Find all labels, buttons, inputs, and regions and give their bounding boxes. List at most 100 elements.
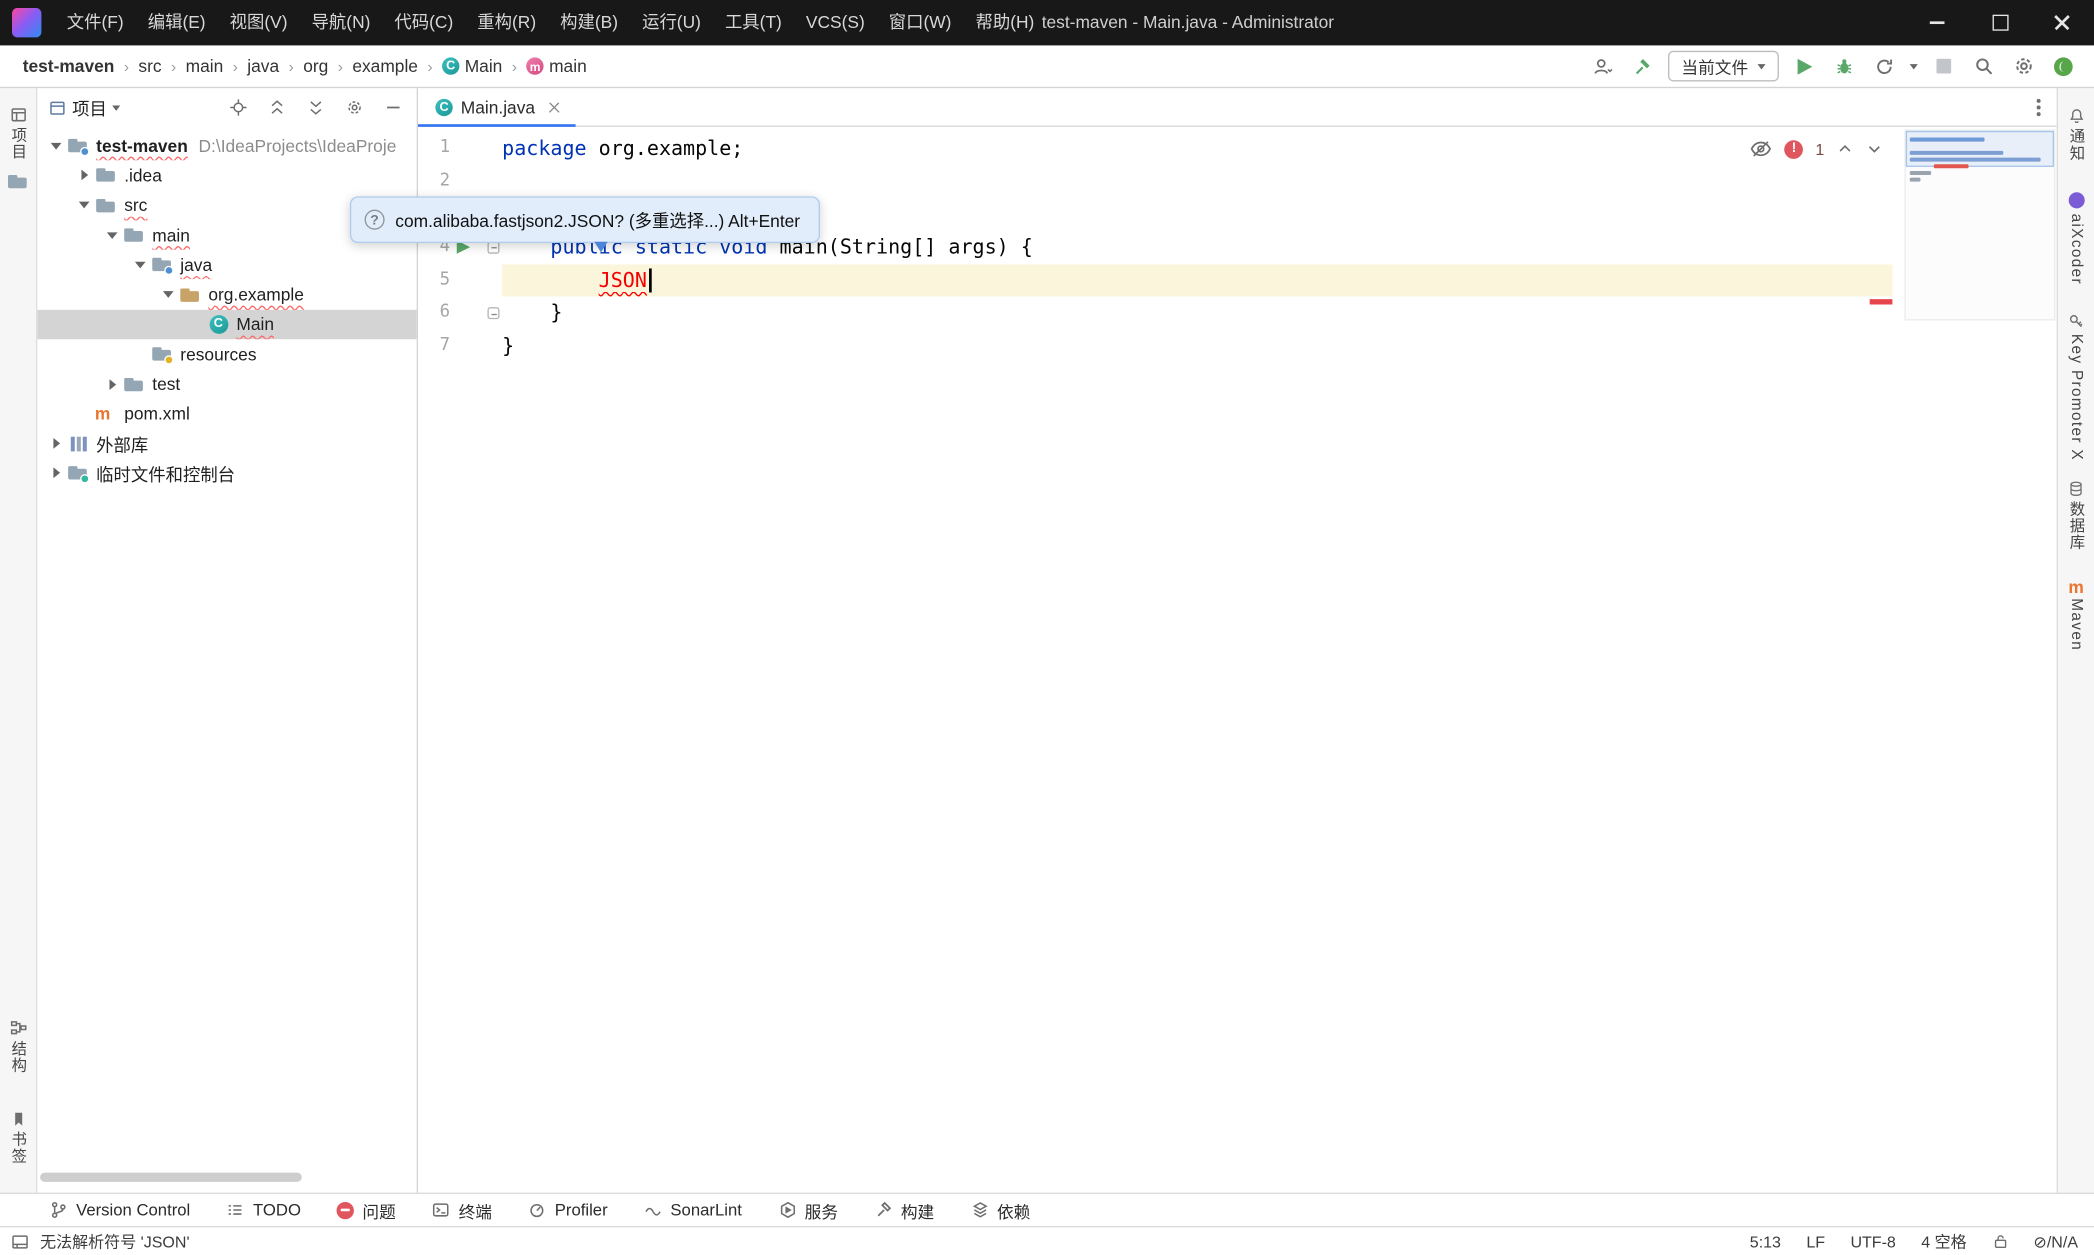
code-minimap[interactable] bbox=[1904, 130, 2055, 321]
menu-run[interactable]: 运行(U) bbox=[630, 0, 713, 45]
run-more-chevron-icon[interactable] bbox=[1910, 63, 1918, 68]
project-tool-icon[interactable] bbox=[0, 106, 36, 125]
tree-item-idea[interactable]: .idea bbox=[37, 161, 416, 191]
sonarlint-tool-button[interactable]: SonarLint bbox=[644, 1201, 742, 1220]
tree-item-resources[interactable]: resources bbox=[37, 339, 416, 369]
structure-tool-button[interactable]: 结构 bbox=[0, 1040, 36, 1073]
tab-main-java[interactable]: C Main.java bbox=[418, 88, 575, 126]
breadcrumb-java[interactable]: java bbox=[247, 56, 279, 76]
close-button[interactable] bbox=[2031, 0, 2094, 45]
debug-icon[interactable] bbox=[1830, 51, 1859, 80]
run-configuration-selector[interactable]: 当前文件 bbox=[1668, 51, 1779, 82]
hide-panel-icon[interactable] bbox=[383, 97, 403, 117]
tree-item-org-example[interactable]: org.example bbox=[37, 280, 416, 310]
search-icon[interactable] bbox=[1969, 51, 1998, 80]
notifications-bell-icon[interactable] bbox=[2058, 107, 2094, 126]
project-tool-button[interactable]: 项目 bbox=[0, 127, 36, 160]
tree-item-scratches[interactable]: 临时文件和控制台 bbox=[37, 458, 416, 488]
import-class-tooltip[interactable]: ? com.alibaba.fastjson2.JSON? (多重选择...) … bbox=[350, 196, 820, 243]
settings-gear-icon[interactable] bbox=[2009, 51, 2038, 80]
highlighting-level-eye-icon[interactable] bbox=[1750, 139, 1773, 159]
plugin-icon[interactable] bbox=[2049, 51, 2078, 80]
database-tool-button[interactable]: 数据库 bbox=[2058, 501, 2094, 551]
indent-widget[interactable]: 4 空格 bbox=[1921, 1230, 1966, 1253]
breadcrumb-example[interactable]: example bbox=[352, 56, 418, 76]
chevron-expanded-icon[interactable] bbox=[101, 232, 122, 239]
notifications-tool-button[interactable]: 通知 bbox=[2058, 128, 2094, 161]
menu-view[interactable]: 视图(V) bbox=[218, 0, 300, 45]
fold-region-icon[interactable] bbox=[487, 242, 499, 254]
chevron-collapsed-icon[interactable] bbox=[73, 170, 94, 181]
line-separator-widget[interactable]: LF bbox=[1806, 1232, 1825, 1251]
todo-tool-button[interactable]: TODO bbox=[226, 1201, 301, 1220]
menu-window[interactable]: 窗口(W) bbox=[877, 0, 964, 45]
menu-vcs[interactable]: VCS(S) bbox=[794, 0, 877, 45]
breadcrumb-org[interactable]: org bbox=[303, 56, 328, 76]
aixcoder-icon[interactable] bbox=[2058, 192, 2094, 208]
menu-build[interactable]: 构建(B) bbox=[548, 0, 630, 45]
encoding-widget[interactable]: UTF-8 bbox=[1850, 1232, 1895, 1251]
tree-item-java[interactable]: java bbox=[37, 250, 416, 280]
error-stripe-mark[interactable] bbox=[1870, 299, 1893, 304]
minimize-button[interactable] bbox=[1906, 0, 1969, 45]
bookmarks-tool-icon[interactable] bbox=[0, 1110, 36, 1129]
tree-item-main-class[interactable]: C Main bbox=[37, 310, 416, 340]
memory-indicator-widget[interactable]: ⊘/N/A bbox=[2033, 1232, 2078, 1251]
error-badge-icon[interactable]: ! bbox=[1785, 140, 1804, 159]
problems-tool-button[interactable]: 问题 bbox=[337, 1197, 396, 1222]
structure-tool-icon[interactable] bbox=[0, 1019, 36, 1038]
build-hammer-icon[interactable] bbox=[1628, 51, 1657, 80]
code-content[interactable]: package org.example; public class Main {… bbox=[502, 132, 1033, 363]
caret-position-widget[interactable]: 5:13 bbox=[1750, 1232, 1781, 1251]
dependencies-tool-button[interactable]: 依赖 bbox=[970, 1197, 1030, 1222]
maven-icon[interactable]: m bbox=[2058, 577, 2094, 598]
menu-code[interactable]: 代码(C) bbox=[382, 0, 465, 45]
breadcrumb-main-dir[interactable]: main bbox=[186, 56, 224, 76]
tab-close-icon[interactable] bbox=[546, 99, 562, 115]
lock-icon[interactable] bbox=[1992, 1233, 2008, 1250]
profiler-tool-button[interactable]: Profiler bbox=[528, 1201, 608, 1220]
chevron-collapsed-icon[interactable] bbox=[45, 438, 66, 449]
breadcrumb-method[interactable]: m main bbox=[526, 56, 586, 76]
key-promoter-tool-button[interactable]: Key Promoter X bbox=[2058, 334, 2094, 461]
project-panel-title[interactable]: 项目 bbox=[72, 95, 107, 120]
menu-navigate[interactable]: 导航(N) bbox=[300, 0, 383, 45]
key-promoter-icon[interactable] bbox=[2058, 313, 2094, 330]
expand-all-icon[interactable] bbox=[267, 97, 287, 117]
database-icon[interactable] bbox=[2058, 479, 2094, 498]
bookmarks-tool-button[interactable]: 书签 bbox=[0, 1131, 36, 1164]
collapse-all-icon[interactable] bbox=[306, 97, 326, 117]
menu-help[interactable]: 帮助(H) bbox=[963, 0, 1046, 45]
build-tool-button[interactable]: 构建 bbox=[874, 1197, 934, 1222]
tree-item-test[interactable]: test bbox=[37, 369, 416, 399]
maven-tool-button[interactable]: Maven bbox=[2058, 598, 2094, 651]
tree-item-external-libraries[interactable]: 外部库 bbox=[37, 429, 416, 459]
stop-icon[interactable] bbox=[1928, 51, 1957, 80]
menu-file[interactable]: 文件(F) bbox=[55, 0, 136, 45]
breadcrumb-src[interactable]: src bbox=[138, 56, 161, 76]
chevron-expanded-icon[interactable] bbox=[158, 291, 179, 298]
fold-region-icon[interactable] bbox=[487, 308, 499, 320]
breadcrumb-class[interactable]: C Main bbox=[442, 56, 502, 76]
previous-error-chevron-icon[interactable] bbox=[1836, 140, 1853, 157]
editor-area[interactable]: 1 2 3 4 5 6 7 package or bbox=[418, 127, 2057, 1193]
panel-settings-gear-icon[interactable] bbox=[345, 97, 365, 117]
menu-tools[interactable]: 工具(T) bbox=[713, 0, 794, 45]
breadcrumb-project[interactable]: test-maven bbox=[23, 56, 115, 76]
aixcoder-tool-button[interactable]: aiXcoder bbox=[2058, 214, 2094, 285]
chevron-collapsed-icon[interactable] bbox=[45, 468, 66, 479]
maximize-button[interactable] bbox=[1969, 0, 2032, 45]
tree-item-test-maven[interactable]: test-maven D:\IdeaProjects\IdeaProje bbox=[37, 131, 416, 161]
project-view-chevron-icon[interactable] bbox=[112, 105, 120, 110]
horizontal-scrollbar[interactable] bbox=[40, 1173, 302, 1182]
chevron-collapsed-icon[interactable] bbox=[101, 379, 122, 390]
terminal-tool-button[interactable]: 终端 bbox=[432, 1197, 492, 1222]
commit-tool-icon[interactable] bbox=[0, 171, 36, 192]
next-error-chevron-icon[interactable] bbox=[1866, 140, 1883, 157]
menu-refactor[interactable]: 重构(R) bbox=[465, 0, 548, 45]
user-icon[interactable] bbox=[1588, 51, 1617, 80]
chevron-expanded-icon[interactable] bbox=[130, 262, 151, 269]
chevron-expanded-icon[interactable] bbox=[73, 202, 94, 209]
run-icon[interactable] bbox=[1790, 51, 1819, 80]
tree-item-pom[interactable]: m pom.xml bbox=[37, 399, 416, 429]
